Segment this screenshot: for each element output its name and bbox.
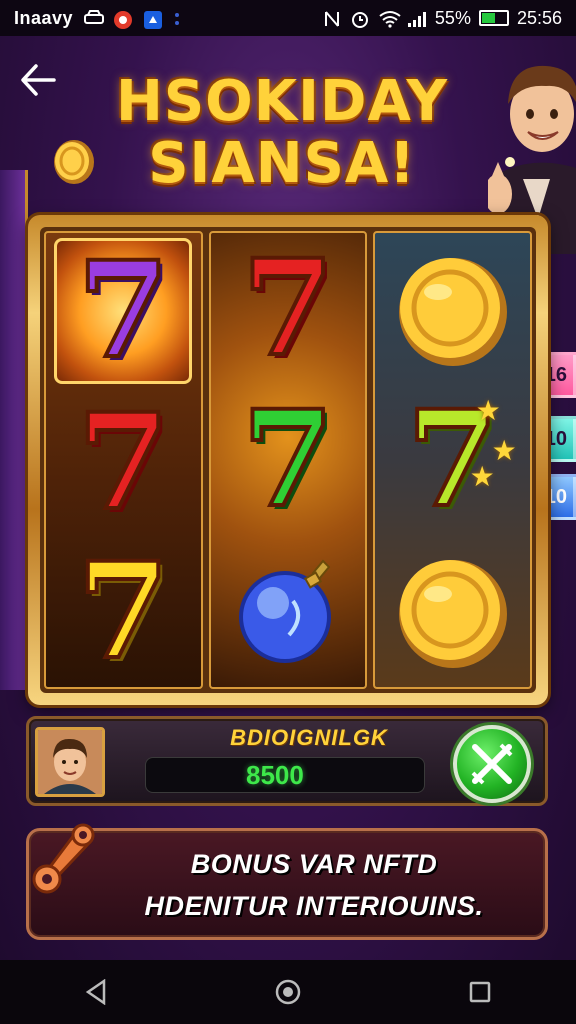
nav-back-button[interactable] bbox=[66, 967, 126, 1017]
game-title: HSOKIDAY SIANSA! bbox=[92, 74, 472, 192]
battery-percent: 55% bbox=[434, 7, 471, 28]
bonus-banner[interactable]: BONUS VAR NFTD HDENITUR INTERIOUINS. bbox=[26, 823, 548, 940]
reel-3: 7 ★ ★ ★ bbox=[373, 231, 533, 689]
gold-coin-symbol bbox=[387, 541, 519, 681]
green-seven-symbol: 7 bbox=[240, 381, 336, 537]
back-button[interactable] bbox=[14, 58, 62, 102]
title-line-1: HSOKIDAY bbox=[115, 69, 449, 134]
notification-icon bbox=[113, 10, 133, 29]
balance-label: BDIOIGNILGK bbox=[230, 725, 388, 750]
battery-icon bbox=[478, 10, 509, 26]
back-triangle-icon bbox=[85, 979, 106, 1005]
back-arrow-icon bbox=[21, 64, 56, 96]
wifi-icon bbox=[379, 10, 401, 28]
alarm-icon bbox=[351, 10, 371, 28]
game-header: HSOKIDAY SIANSA! bbox=[0, 36, 576, 254]
balance-value: 8500 bbox=[246, 759, 304, 790]
player-portrait-icon bbox=[38, 730, 102, 794]
system-nav-bar bbox=[0, 960, 576, 1024]
bonus-text-line-1: BONUS VAR NFTD bbox=[190, 849, 438, 879]
gold-coin-icon bbox=[398, 560, 507, 669]
spin-button[interactable] bbox=[453, 725, 531, 803]
star-icon: ★ bbox=[475, 393, 501, 427]
nav-recents-button[interactable] bbox=[450, 967, 510, 1017]
gold-coin-symbol bbox=[387, 239, 519, 379]
balance-panel: BDIOIGNILGK 8500 bbox=[26, 716, 548, 806]
player-avatar[interactable] bbox=[35, 727, 105, 797]
red-seven-symbol: 7 bbox=[75, 384, 171, 540]
title-line-2: SIANSA! bbox=[148, 131, 416, 196]
purple-seven-symbol: 7 bbox=[54, 237, 193, 384]
app-icon bbox=[143, 10, 163, 29]
blue-orb-symbol bbox=[222, 541, 354, 681]
crossed-tools-icon bbox=[471, 743, 513, 785]
wrench-icon bbox=[32, 823, 95, 894]
balance-display: 8500 bbox=[145, 757, 425, 793]
side-machine-left bbox=[0, 170, 28, 690]
reels: 7 7 7 7 7 7 ★ ★ ★ bbox=[40, 227, 536, 693]
home-circle-icon bbox=[275, 979, 301, 1005]
nfc-icon bbox=[323, 10, 343, 27]
red-seven-symbol: 7 bbox=[240, 230, 336, 386]
signal-icon bbox=[407, 10, 427, 27]
more-dots-icon bbox=[173, 10, 193, 26]
reel-2: 7 7 bbox=[208, 230, 368, 689]
clock: 25:56 bbox=[516, 7, 562, 28]
gold-coin-icon bbox=[54, 140, 94, 184]
nav-home-button[interactable] bbox=[258, 967, 318, 1017]
carrier-label: Inaavy bbox=[14, 7, 74, 28]
star-icon: ★ bbox=[491, 433, 517, 467]
car-icon bbox=[83, 10, 105, 26]
recents-square-icon bbox=[469, 981, 491, 1003]
gold-coin-icon bbox=[398, 257, 507, 366]
lime-seven-stars-symbol: 7 ★ ★ ★ bbox=[405, 381, 517, 537]
yellow-seven-symbol: 7 bbox=[75, 534, 171, 690]
blue-orb-icon bbox=[239, 559, 331, 664]
star-icon: ★ bbox=[469, 459, 495, 493]
slot-reel-frame: 7 7 7 7 7 7 ★ ★ ★ bbox=[28, 215, 548, 705]
status-bar: Inaavy 55% 25:56 bbox=[0, 0, 576, 36]
reel-1: 7 7 7 bbox=[44, 231, 203, 689]
bonus-text-line-2: HDENITUR INTERIOUINS. bbox=[144, 891, 484, 921]
